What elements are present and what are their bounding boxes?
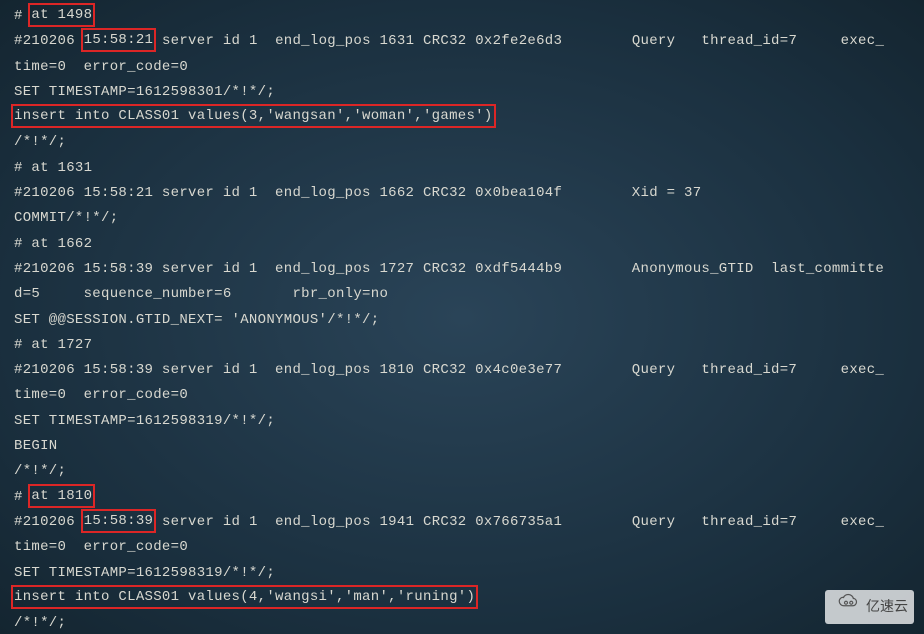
highlight-insert-2: insert into CLASS01 values(4,'wangsi','m… (11, 585, 478, 609)
highlight-insert-1: insert into CLASS01 values(3,'wangsan','… (11, 104, 496, 128)
log-line: # at 1727 (14, 333, 910, 358)
log-line: /*!*/; (14, 130, 910, 155)
log-line: # at 1810 (14, 485, 910, 510)
log-line: #210206 15:58:39 server id 1 end_log_pos… (14, 358, 910, 383)
log-line: # at 1631 (14, 156, 910, 181)
log-line: SET TIMESTAMP=1612598301/*!*/; (14, 80, 910, 105)
watermark: 亿速云 (825, 590, 914, 624)
log-line: SET @@SESSION.GTID_NEXT= 'ANONYMOUS'/*!*… (14, 308, 910, 333)
log-line: # at 1498 (14, 4, 910, 29)
log-line: /*!*/; (14, 459, 910, 484)
log-line: d=5 sequence_number=6 rbr_only=no (14, 282, 910, 307)
log-line: insert into CLASS01 values(3,'wangsan','… (14, 105, 910, 130)
cloud-icon (831, 593, 861, 621)
log-line: #210206 15:58:21 server id 1 end_log_pos… (14, 181, 910, 206)
highlight-position-1498: at 1498 (28, 3, 95, 27)
highlight-time-1: 15:58:21 (81, 28, 157, 52)
log-line: #210206 15:58:39 server id 1 end_log_pos… (14, 510, 910, 535)
log-line: time=0 error_code=0 (14, 55, 910, 80)
log-line: COMMIT/*!*/; (14, 206, 910, 231)
log-line: /*!*/; (14, 611, 910, 634)
log-line: insert into CLASS01 values(4,'wangsi','m… (14, 586, 910, 611)
log-line: BEGIN (14, 434, 910, 459)
log-line: time=0 error_code=0 (14, 535, 910, 560)
log-line: SET TIMESTAMP=1612598319/*!*/; (14, 561, 910, 586)
log-line: SET TIMESTAMP=1612598319/*!*/; (14, 409, 910, 434)
log-line: #210206 15:58:21 server id 1 end_log_pos… (14, 29, 910, 54)
log-line: # at 1662 (14, 232, 910, 257)
log-line: #210206 15:58:39 server id 1 end_log_pos… (14, 257, 910, 282)
log-line: time=0 error_code=0 (14, 383, 910, 408)
watermark-text: 亿速云 (866, 594, 908, 619)
highlight-time-2: 15:58:39 (81, 509, 157, 533)
highlight-position-1810: at 1810 (28, 484, 95, 508)
